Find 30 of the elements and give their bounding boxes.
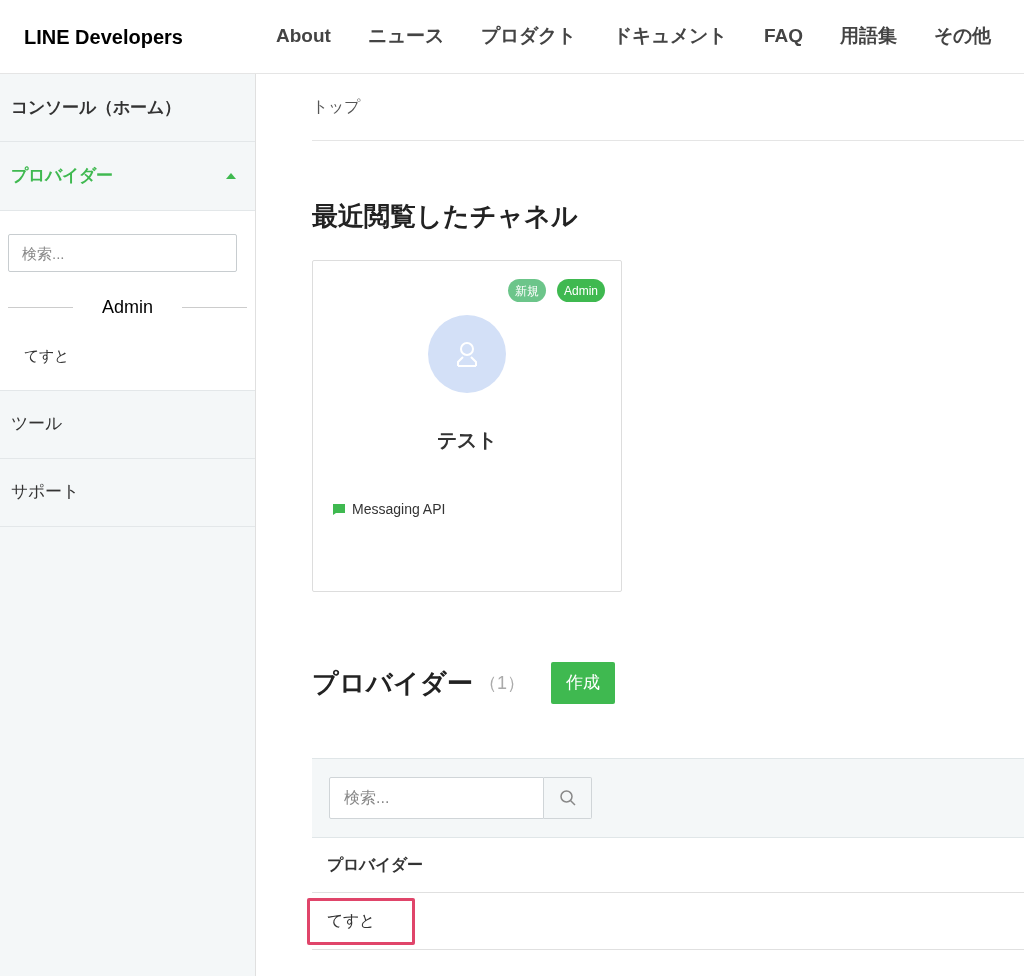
provider-link[interactable]: てすと [24, 345, 69, 368]
nav-link[interactable]: その他 [933, 22, 991, 51]
nav-link[interactable]: ドキュメント [612, 22, 727, 51]
sidebar-item[interactable]: ツール [0, 390, 255, 459]
column-header: プロバイダー [327, 855, 423, 875]
nav-link[interactable]: ニュース [367, 22, 444, 51]
nav-link[interactable]: About [276, 22, 331, 51]
search-button[interactable] [544, 777, 592, 819]
channel-name: テスト [437, 428, 497, 453]
sidebar-item[interactable]: コンソール（ホーム） [0, 74, 255, 142]
nav-link[interactable]: FAQ [763, 22, 803, 51]
site-logo[interactable]: LINE Developers [24, 21, 254, 52]
caret-icon [226, 173, 236, 179]
channel-badge: Admin [557, 279, 605, 302]
search-icon [558, 789, 577, 807]
breadcrumb-link[interactable]: トップ [312, 74, 1024, 141]
group-label: Admin [102, 296, 153, 319]
chat-icon [333, 504, 345, 515]
channel-badge: 新規 [508, 279, 546, 302]
nav-link[interactable]: 用語集 [839, 22, 897, 51]
provider-link[interactable]: てすと [327, 909, 375, 933]
channel-type: Messaging API [352, 500, 446, 519]
section-heading: プロバイダー [312, 666, 473, 700]
provider-count: （1） [479, 671, 525, 695]
channel-card[interactable]: 新規 Admin テスト Messaging API [312, 260, 622, 592]
nav-link[interactable]: プロダクト [480, 22, 576, 51]
search-field[interactable]: 検索... [329, 777, 544, 819]
sidebar-item[interactable]: サポート [0, 458, 255, 527]
search-field[interactable]: 検索... [8, 234, 237, 272]
section-heading: 最近閲覧したチャネル [312, 200, 579, 233]
